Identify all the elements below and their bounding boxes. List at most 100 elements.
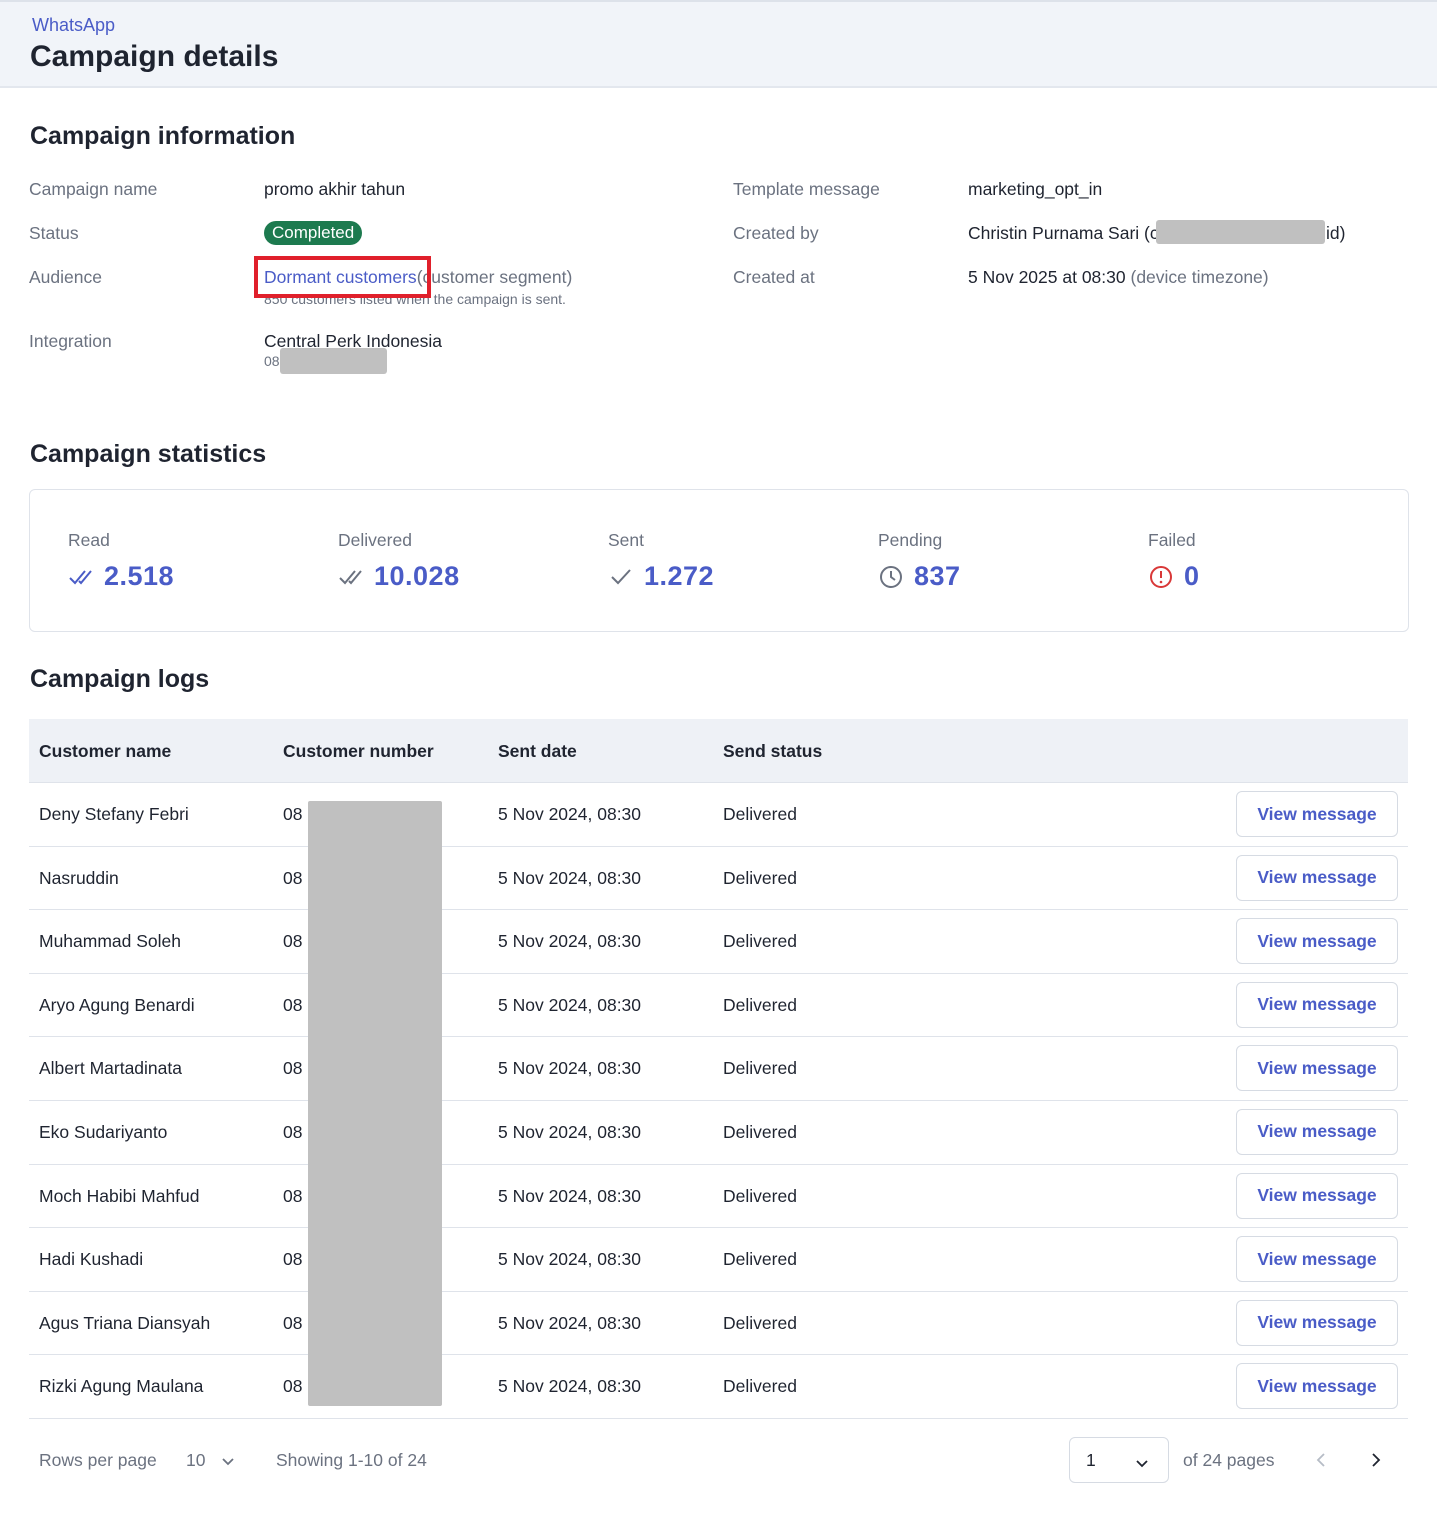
double-check-icon: [338, 564, 364, 590]
highlight-box: [254, 256, 431, 298]
send-status-cell: Delivered: [723, 1376, 797, 1397]
customer-name-cell: Albert Martadinata: [39, 1058, 182, 1079]
send-status-cell: Delivered: [723, 1121, 797, 1142]
status-label: Status: [29, 223, 79, 243]
send-status-cell: Delivered: [723, 1312, 797, 1333]
send-status-cell: Delivered: [723, 867, 797, 888]
column-send-status: Send status: [723, 741, 823, 761]
stat-read-value: 2.518: [104, 561, 175, 591]
sent-date-cell: 5 Nov 2024, 08:30: [498, 1249, 642, 1270]
stat-failed-value: 0: [1184, 561, 1200, 591]
created-at-label: Created at: [733, 267, 815, 287]
sent-date-cell: 5 Nov 2024, 08:30: [498, 804, 642, 824]
view-message-button[interactable]: View message: [1236, 1363, 1398, 1410]
customer-name-cell: Muhammad Soleh: [39, 931, 182, 952]
sent-date-cell: 5 Nov 2024, 08:30: [498, 867, 642, 888]
view-message-button[interactable]: View message: [1236, 791, 1398, 837]
view-message-button[interactable]: View message: [1236, 1236, 1398, 1283]
sent-date-cell: 5 Nov 2024, 08:30: [498, 1312, 642, 1333]
template-label: Template message: [733, 179, 880, 199]
page-select-value: 1: [1086, 1450, 1096, 1470]
stat-sent-label: Sent: [608, 530, 644, 550]
view-message-button[interactable]: View message: [1236, 981, 1398, 1028]
customer-name-cell: Moch Habibi Mahfud: [39, 1185, 200, 1206]
view-message-button[interactable]: View message: [1236, 854, 1398, 901]
integration-number: 08: [264, 353, 280, 369]
column-sent-date: Sent date: [498, 741, 577, 761]
view-message-button[interactable]: View message: [1236, 1045, 1398, 1092]
created-by-label: Created by: [733, 223, 819, 243]
stat-read-label: Read: [68, 530, 110, 550]
page-select[interactable]: 1: [1069, 1437, 1169, 1483]
total-pages: of 24 pages: [1183, 1450, 1275, 1470]
created-at-value: 5 Nov 2025 at 08:30 (device timezone): [968, 267, 1269, 288]
customer-name-cell: Agus Triana Diansyah: [39, 1312, 211, 1333]
stat-delivered-label: Delivered: [338, 530, 412, 550]
customer-number-cell: 08: [283, 867, 303, 888]
breadcrumb-whatsapp[interactable]: WhatsApp: [32, 15, 115, 36]
customer-name-cell: Deny Stefany Febri: [39, 804, 189, 824]
view-message-button[interactable]: View message: [1236, 1172, 1398, 1219]
clock-icon: [878, 564, 904, 590]
table-header: Customer name Customer number Sent date …: [29, 719, 1408, 783]
table-row: Deny Stefany Febri 08 5 Nov 2024, 08:30 Del…: [29, 783, 1408, 847]
campaign-name-label: Campaign name: [29, 179, 158, 199]
customer-number-cell: 08: [283, 1376, 303, 1397]
customer-name-cell: Rizki Agung Maulana: [39, 1376, 204, 1397]
redacted-email: [1156, 220, 1325, 244]
double-check-icon: [68, 564, 94, 590]
sent-date-cell: 5 Nov 2024, 08:30: [498, 1121, 642, 1142]
stat-failed-label: Failed: [1148, 530, 1196, 550]
table-row: Hadi Kushadi 08 5 Nov 2024, 08:30 Delivered…: [29, 1228, 1408, 1292]
created-at-date: 5 Nov 2025 at 08:30: [968, 267, 1126, 287]
column-customer-number: Customer number: [283, 741, 434, 761]
status-badge: Completed: [264, 221, 363, 245]
chevron-down-icon: [1136, 1455, 1148, 1473]
redacted-customer-numbers: [308, 801, 442, 1406]
campaign-logs-table: Customer name Customer number Sent date …: [29, 719, 1408, 1419]
table-row: Moch Habibi Mahfud 08 5 Nov 2024, 08:30 Del…: [29, 1165, 1408, 1229]
send-status-cell: Delivered: [723, 1058, 797, 1079]
statistics-card: Read 2.518 Delivered 10.028 Sent 1.272 P…: [29, 489, 1409, 632]
customer-name-cell: Aryo Agung Benardi: [39, 994, 195, 1015]
sent-date-cell: 5 Nov 2024, 08:30: [498, 931, 642, 952]
send-status-cell: Delivered: [723, 931, 797, 952]
stat-pending-label: Pending: [878, 530, 943, 550]
stat-sent-value: 1.272: [644, 561, 715, 591]
view-message-button[interactable]: View message: [1236, 918, 1398, 965]
customer-number-cell: 08: [283, 1312, 303, 1333]
created-by-name: Christin Purnama Sari (c: [968, 223, 1159, 243]
stat-delivered: Delivered 10.028: [338, 530, 460, 592]
check-icon: [608, 564, 634, 590]
table-row: Muhammad Soleh 08 5 Nov 2024, 08:30 Deliver…: [29, 910, 1408, 974]
stat-delivered-value: 10.028: [374, 561, 460, 591]
integration-label: Integration: [29, 331, 112, 351]
created-by-suffix: id): [1326, 223, 1346, 243]
send-status-cell: Delivered: [723, 1249, 797, 1270]
table-row: Albert Martadinata 08 5 Nov 2024, 08:30 Del…: [29, 1037, 1408, 1101]
showing-range: Showing 1-10 of 24: [276, 1450, 427, 1470]
campaign-statistics-title: Campaign statistics: [30, 440, 267, 468]
page-header: WhatsApp Campaign details: [0, 0, 1437, 88]
sent-date-cell: 5 Nov 2024, 08:30: [498, 994, 642, 1015]
customer-number-cell: 08: [283, 804, 303, 824]
alert-circle-icon: [1148, 564, 1174, 590]
stat-pending: Pending 837: [878, 530, 961, 592]
view-message-button[interactable]: View message: [1236, 1108, 1398, 1155]
customer-name-cell: Hadi Kushadi: [39, 1249, 144, 1270]
template-value: marketing_opt_in: [968, 179, 1103, 199]
stat-failed: Failed 0: [1148, 530, 1200, 592]
send-status-cell: Delivered: [723, 994, 797, 1015]
next-page-button[interactable]: [1371, 1452, 1381, 1473]
column-customer-name: Customer name: [39, 741, 172, 761]
view-message-button[interactable]: View message: [1236, 1299, 1398, 1346]
stat-sent: Sent 1.272: [608, 530, 714, 592]
rows-per-page-value: 10: [186, 1450, 206, 1470]
send-status-cell: Delivered: [723, 1185, 797, 1206]
customer-number-cell: 08: [283, 994, 303, 1015]
table-row: Aryo Agung Benardi 08 5 Nov 2024, 08:30 Del…: [29, 974, 1408, 1038]
stat-pending-value: 837: [914, 561, 961, 591]
previous-page-button[interactable]: [1316, 1452, 1326, 1473]
rows-per-page-select[interactable]: 10: [186, 1450, 234, 1471]
table-row: Nasruddin 08 5 Nov 2024, 08:30 Delivered Vie…: [29, 847, 1408, 911]
